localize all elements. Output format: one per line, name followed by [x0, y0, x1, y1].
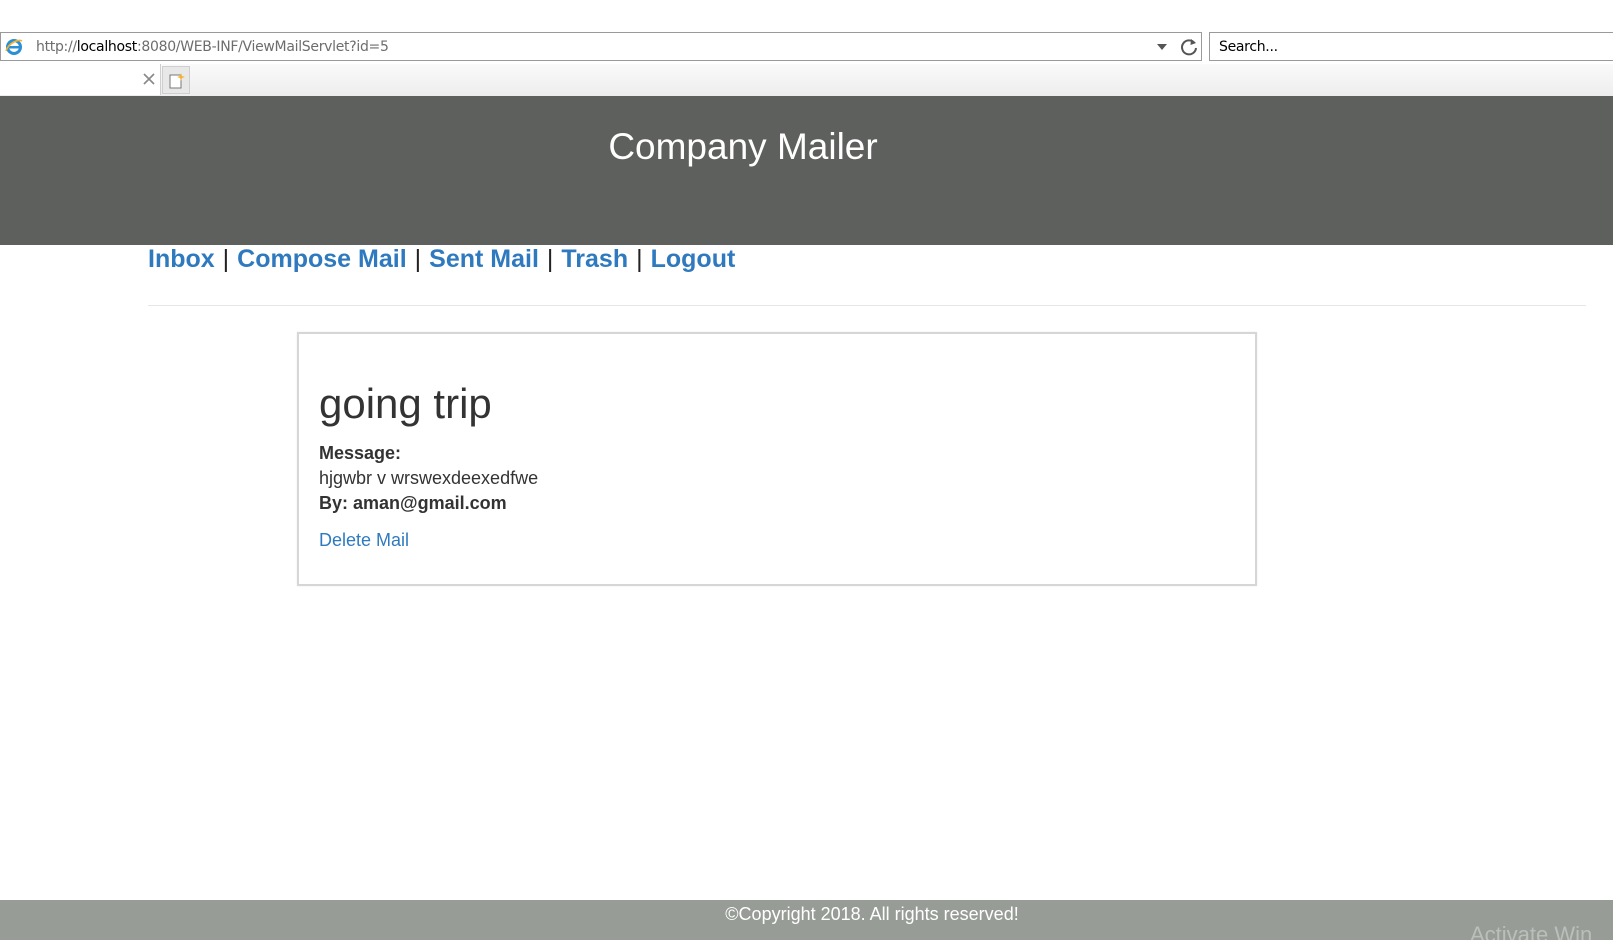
nav-logout-link[interactable]: Logout: [651, 245, 736, 273]
address-bar[interactable]: http://localhost:8080/WEB-INF/ViewMailSe…: [0, 32, 1202, 61]
address-prefix: http://: [36, 39, 77, 55]
ie-icon: [5, 39, 23, 55]
tab-strip: [0, 64, 1613, 97]
new-tab-icon: [169, 73, 185, 89]
nav-separator: |: [222, 245, 230, 273]
search-placeholder: Search...: [1219, 39, 1278, 55]
address-path: :8080/WEB-INF/ViewMailServlet?id=5: [136, 39, 389, 55]
new-tab-button[interactable]: [162, 66, 190, 94]
message-label: Message:: [319, 443, 402, 463]
close-icon[interactable]: [142, 72, 156, 86]
nav-compose-mail-link[interactable]: Compose Mail: [237, 245, 406, 273]
main-nav: Inbox | Compose Mail | Sent Mail | Trash | Logou…: [148, 245, 735, 285]
site-header: Company Mailer: [0, 96, 1613, 245]
nav-separator: |: [636, 245, 643, 273]
nav-divider: [148, 305, 1586, 306]
site-footer: ©Copyright 2018. All rights reserved!: [0, 900, 1613, 940]
browser-tab[interactable]: [0, 64, 161, 95]
copyright-text: ©Copyright 2018. All rights reserved!: [725, 904, 1019, 924]
nav-inbox-link[interactable]: Inbox: [148, 245, 215, 273]
nav-separator: |: [546, 245, 554, 273]
site-title: Company Mailer: [608, 126, 878, 167]
address-host: localhost: [76, 39, 137, 55]
address-url[interactable]: http://localhost:8080/WEB-INF/ViewMailSe…: [36, 39, 389, 55]
activation-watermark: Activate Win: [1470, 922, 1593, 947]
mail-detail-card: going trip Message: hjgwbr v wrswexdeexe…: [297, 332, 1257, 586]
message-body: hjgwbr v wrswexdeexedfwe: [319, 468, 539, 488]
refresh-icon[interactable]: [1179, 37, 1199, 57]
browser-chrome: http://localhost:8080/WEB-INF/ViewMailSe…: [0, 0, 1613, 97]
mail-sender: By: aman@gmail.com: [319, 493, 507, 513]
mail-subject: going trip: [319, 380, 492, 427]
nav-sent-mail-link[interactable]: Sent Mail: [429, 245, 539, 273]
nav-trash-link[interactable]: Trash: [561, 245, 628, 273]
search-input[interactable]: Search...: [1209, 32, 1613, 61]
delete-mail-link[interactable]: Delete Mail: [319, 530, 409, 551]
chevron-down-icon[interactable]: [1157, 43, 1167, 51]
nav-separator: |: [414, 245, 422, 273]
